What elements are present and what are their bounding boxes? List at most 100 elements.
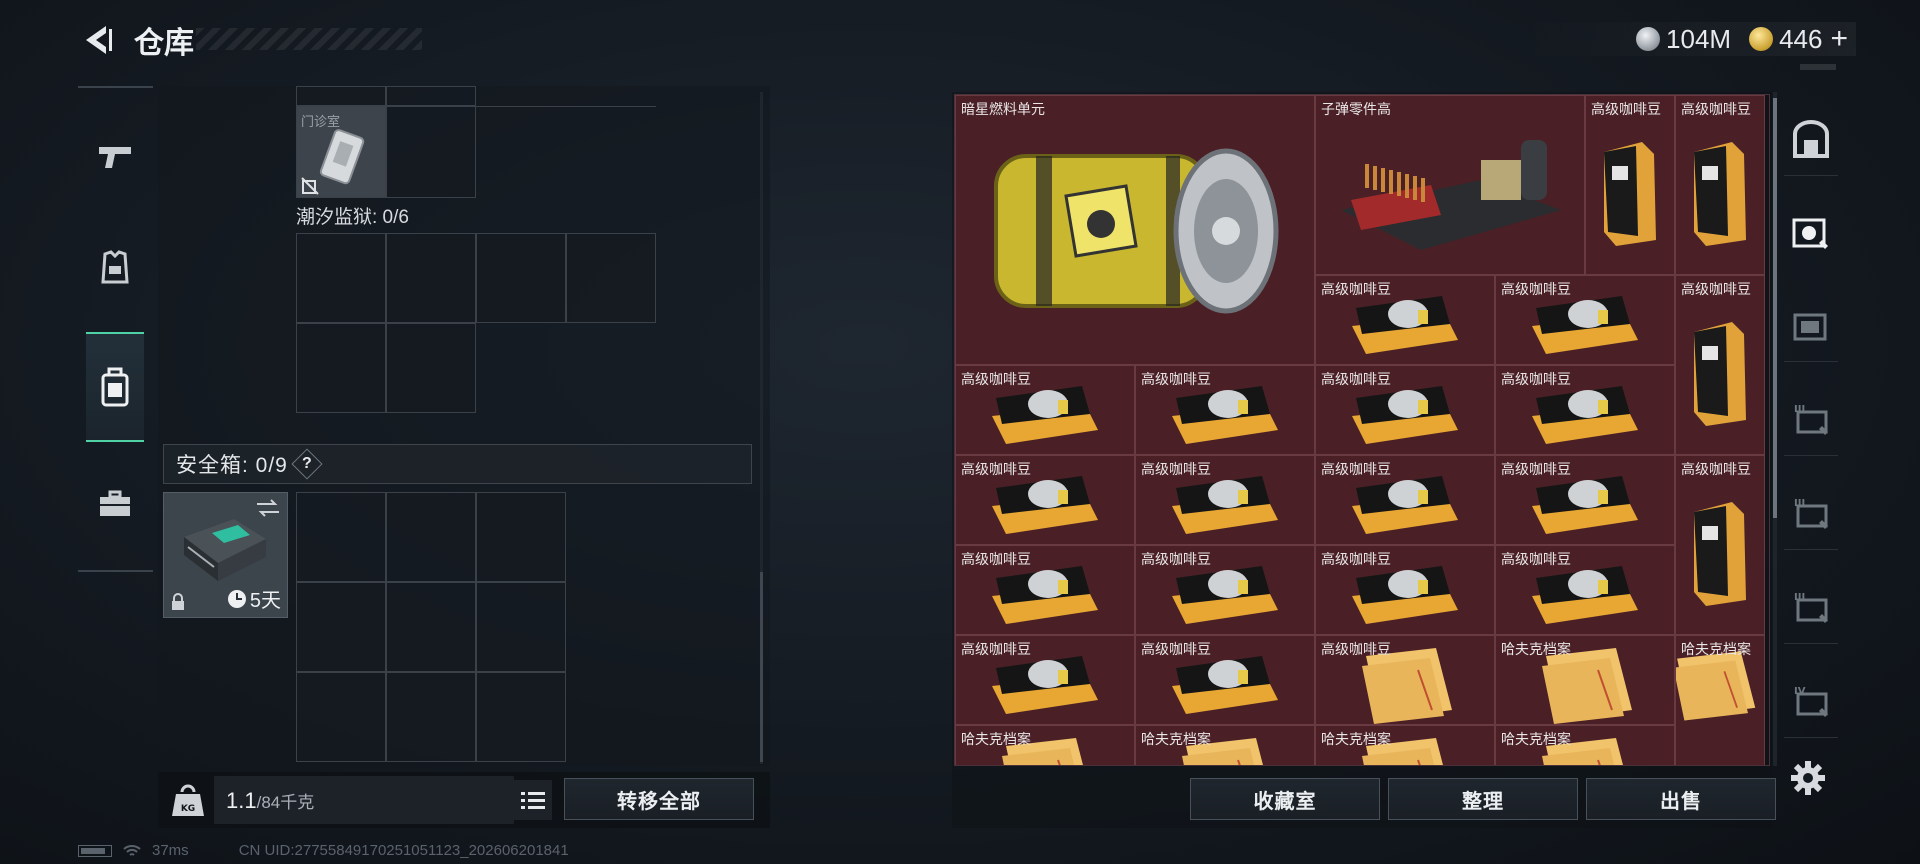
grid-cell[interactable] bbox=[386, 106, 476, 198]
coffee-beans-icon bbox=[1532, 386, 1638, 444]
svg-text:KG: KG bbox=[181, 804, 195, 814]
grid-cell[interactable] bbox=[386, 323, 476, 413]
item-name: 哈夫克档案 bbox=[1141, 731, 1211, 747]
storage-item[interactable]: 哈夫克档案 bbox=[1315, 725, 1495, 765]
weight-current: 1.1 bbox=[226, 788, 257, 813]
sidebar-item-armor[interactable] bbox=[86, 238, 144, 298]
right-scrollbar-thumb[interactable] bbox=[1773, 98, 1777, 518]
tab-tier-iii-1[interactable]: III bbox=[1784, 384, 1838, 456]
transfer-all-button[interactable]: 转移全部 bbox=[564, 778, 754, 820]
back-arrow-icon[interactable] bbox=[78, 20, 118, 60]
storage-item[interactable]: 高级咖啡豆 bbox=[955, 455, 1135, 545]
list-icon bbox=[521, 792, 545, 809]
storage-item[interactable]: 高级咖啡豆 bbox=[955, 365, 1135, 455]
item-name: 高级咖啡豆 bbox=[1501, 551, 1571, 567]
storage-item[interactable]: 暗星燃料单元 bbox=[955, 95, 1315, 365]
grid-cell[interactable] bbox=[566, 233, 656, 323]
storage-grid: 暗星燃料单元 子弹零件高 高级咖啡豆 高级咖啡豆 高级咖啡豆 高级咖啡豆 高级咖… bbox=[954, 94, 1770, 766]
safe-box-item[interactable]: 5天 bbox=[163, 492, 288, 618]
grid-cell[interactable] bbox=[476, 672, 566, 762]
storage-item[interactable]: 高级咖啡豆 bbox=[1135, 635, 1315, 725]
gold-coin-icon bbox=[1749, 27, 1774, 51]
storage-item[interactable]: 高级咖啡豆 bbox=[1495, 545, 1675, 635]
item-name: 子弹零件高 bbox=[1321, 101, 1391, 117]
storage-item[interactable]: 高级咖啡豆 bbox=[1315, 275, 1495, 365]
sidebar-item-briefcase[interactable] bbox=[86, 474, 144, 534]
grid-cell[interactable] bbox=[296, 582, 386, 672]
ping-text: 37ms bbox=[152, 842, 189, 859]
prison-container-label: 潮汐监狱: 0/6 bbox=[296, 207, 409, 228]
storage-item[interactable]: 高级咖啡豆 bbox=[1135, 365, 1315, 455]
storage-item[interactable]: 高级咖啡豆 bbox=[1585, 95, 1675, 275]
grid-cell[interactable] bbox=[296, 672, 386, 762]
grid-cell[interactable] bbox=[296, 492, 386, 582]
collection-room-button[interactable]: 收藏室 bbox=[1190, 778, 1380, 820]
pistol-icon bbox=[99, 147, 131, 168]
coffee-beans-icon bbox=[1172, 476, 1278, 534]
silver-amount: 104M bbox=[1666, 23, 1732, 54]
top-bar: 仓库 104M 446 + bbox=[0, 0, 1920, 80]
item-name: 高级咖啡豆 bbox=[1681, 101, 1751, 117]
grid-cell[interactable] bbox=[386, 233, 476, 323]
currency-gold[interactable]: 446 + bbox=[1749, 22, 1848, 56]
storage-item[interactable]: 高级咖啡豆 bbox=[955, 545, 1135, 635]
tab-tier-iv[interactable]: IV bbox=[1784, 666, 1838, 738]
weight-max: /84千克 bbox=[256, 793, 315, 812]
keycard-icon bbox=[319, 129, 365, 185]
storage-item[interactable]: 哈夫克档案 bbox=[1495, 635, 1675, 725]
tab-tier-iii-2[interactable]: III bbox=[1784, 478, 1838, 550]
storage-item[interactable]: 高级咖啡豆 bbox=[1675, 275, 1765, 455]
tab-folder[interactable] bbox=[1784, 290, 1838, 362]
storage-item[interactable]: 子弹零件高 bbox=[1315, 95, 1585, 275]
left-scrollbar-thumb[interactable] bbox=[760, 572, 763, 762]
storage-item[interactable]: 高级咖啡豆 bbox=[1495, 455, 1675, 545]
grid-cell[interactable] bbox=[476, 582, 566, 672]
tab-tier-iii-3[interactable]: III bbox=[1784, 572, 1838, 644]
storage-item[interactable]: 哈夫克档案 bbox=[1495, 725, 1675, 765]
storage-item[interactable]: 哈夫克档案 bbox=[1135, 725, 1315, 765]
storage-item[interactable]: 高级咖啡豆 bbox=[1135, 455, 1315, 545]
item-name: 哈夫克档案 bbox=[961, 731, 1031, 747]
coffee-beans-icon bbox=[1172, 566, 1278, 624]
grid-cell[interactable] bbox=[296, 86, 386, 106]
grid-cell[interactable] bbox=[476, 233, 566, 323]
storage-item[interactable]: 哈夫克档案 bbox=[955, 725, 1135, 765]
grid-cell[interactable] bbox=[386, 672, 476, 762]
grid-cell[interactable] bbox=[476, 492, 566, 582]
item-name: 高级咖啡豆 bbox=[1141, 461, 1211, 477]
battery-icon bbox=[78, 844, 112, 857]
wifi-icon bbox=[123, 844, 141, 856]
grid-cell[interactable] bbox=[386, 582, 476, 672]
grid-cell[interactable] bbox=[296, 233, 386, 323]
storage-item[interactable]: 高级咖啡豆 bbox=[1675, 455, 1765, 635]
help-icon[interactable]: ? bbox=[291, 448, 323, 480]
grid-cell[interactable] bbox=[386, 86, 476, 106]
storage-item[interactable]: 哈夫克档案 bbox=[1675, 635, 1765, 765]
coffee-beans-icon bbox=[1532, 296, 1638, 354]
tab-all[interactable] bbox=[1784, 104, 1838, 176]
coffee-bag-icon bbox=[1604, 142, 1656, 246]
storage-item[interactable]: 高级咖啡豆 bbox=[1315, 545, 1495, 635]
settings-gear-icon[interactable] bbox=[1790, 760, 1826, 796]
organize-button[interactable]: 整理 bbox=[1388, 778, 1578, 820]
sell-button[interactable]: 出售 bbox=[1586, 778, 1776, 820]
item-name: 高级咖啡豆 bbox=[1141, 551, 1211, 567]
storage-item[interactable]: 高级咖啡豆 bbox=[1315, 365, 1495, 455]
storage-item[interactable]: 高级咖啡豆 bbox=[1315, 635, 1495, 725]
storage-item[interactable]: 高级咖啡豆 bbox=[1495, 275, 1675, 365]
storage-item[interactable]: 高级咖啡豆 bbox=[1315, 455, 1495, 545]
add-currency-icon[interactable]: + bbox=[1830, 22, 1848, 56]
tab-ammo-case[interactable] bbox=[1784, 198, 1838, 270]
item-name: 高级咖啡豆 bbox=[1501, 371, 1571, 387]
storage-item[interactable]: 高级咖啡豆 bbox=[1675, 95, 1765, 275]
storage-item[interactable]: 高级咖啡豆 bbox=[1495, 365, 1675, 455]
storage-item[interactable]: 高级咖啡豆 bbox=[955, 635, 1135, 725]
storage-item[interactable]: 高级咖啡豆 bbox=[1135, 545, 1315, 635]
sidebar-item-weapon[interactable] bbox=[86, 126, 144, 186]
list-view-button[interactable] bbox=[514, 780, 552, 820]
grid-cell[interactable] bbox=[296, 323, 386, 413]
rental-timer: 5天 bbox=[227, 584, 281, 613]
grid-cell[interactable] bbox=[386, 492, 476, 582]
clinic-item-slot[interactable]: 门诊室 bbox=[296, 106, 386, 198]
sidebar-item-backpack[interactable] bbox=[86, 332, 144, 442]
